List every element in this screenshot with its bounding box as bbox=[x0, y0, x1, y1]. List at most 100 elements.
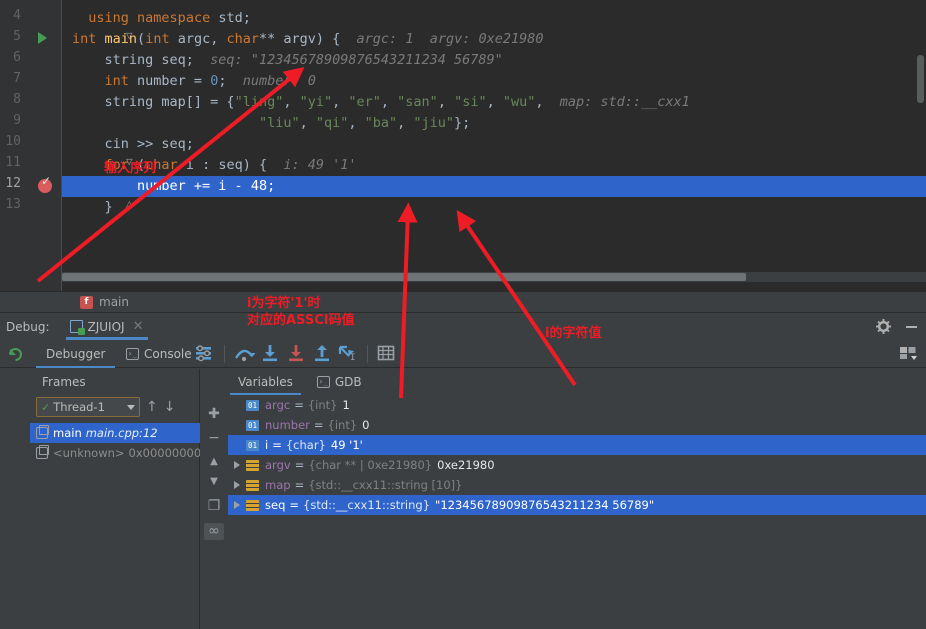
equals-sign: = bbox=[294, 398, 304, 412]
code-line[interactable]: using namespace std; bbox=[62, 8, 926, 29]
run-to-cursor-icon[interactable]: I bbox=[337, 344, 359, 364]
code-lines[interactable]: using namespace std; ▽ int main(int argc, … bbox=[62, 0, 926, 270]
tab-debugger-label: Debugger bbox=[46, 347, 106, 361]
code-line[interactable]: string seq; seq: "1234567890987654321123… bbox=[62, 50, 926, 71]
breadcrumb-label[interactable]: main bbox=[99, 295, 129, 309]
variable-value: 0xe21980 bbox=[437, 458, 495, 472]
step-into-icon[interactable] bbox=[259, 344, 281, 364]
expand-chevron-icon[interactable] bbox=[234, 461, 240, 469]
code-token: seq: "12345678909876543211234 56789" bbox=[210, 52, 503, 68]
tab-debugger[interactable]: Debugger bbox=[36, 340, 116, 368]
code-line[interactable]: string map[] = {"ling", "yi", "er", "san… bbox=[62, 92, 926, 113]
variable-type: {int} bbox=[327, 418, 358, 432]
code-line[interactable]: "liu", "qi", "ba", "jiu"}; bbox=[62, 113, 926, 134]
force-step-into-icon[interactable] bbox=[285, 344, 307, 364]
object-icon bbox=[246, 479, 259, 491]
console-icon: ›_ bbox=[126, 348, 139, 360]
equals-sign: = bbox=[294, 458, 305, 472]
editor-vscroll-thumb[interactable] bbox=[917, 55, 924, 103]
debug-toolbar: Debugger ›_ Console I bbox=[0, 340, 926, 368]
tab-frames[interactable]: Frames bbox=[30, 369, 98, 395]
editor-horizontal-scrollbar[interactable] bbox=[62, 272, 926, 282]
tab-variables[interactable]: Variables bbox=[226, 369, 305, 395]
code-line[interactable]: } bbox=[62, 197, 926, 218]
code-token: number: 0 bbox=[242, 73, 316, 89]
minimize-icon[interactable] bbox=[905, 319, 918, 332]
code-line[interactable]: cin >> seq; bbox=[62, 134, 926, 155]
copy-value-icon[interactable]: ❐ bbox=[205, 497, 223, 515]
expand-chevron-icon[interactable] bbox=[234, 481, 240, 489]
tab-console[interactable]: ›_ Console bbox=[120, 340, 198, 368]
line-number: 8 bbox=[13, 92, 21, 107]
frames-pane: Frames ✓ Thread-1 ↑ ↓ main main.cpp:12 <un… bbox=[0, 369, 216, 629]
run-main-icon[interactable] bbox=[38, 32, 56, 50]
code-token: ; bbox=[218, 73, 243, 89]
frame-up-icon[interactable]: ↑ bbox=[146, 399, 158, 415]
line-number: 11 bbox=[5, 155, 21, 170]
variable-name: i bbox=[265, 438, 269, 452]
code-token: "ba" bbox=[364, 115, 398, 131]
variable-row[interactable]: argv = {char ** | 0xe21980} 0xe21980 bbox=[228, 455, 926, 475]
code-token: "qi" bbox=[315, 115, 349, 131]
rerun-icon[interactable] bbox=[6, 345, 25, 364]
close-icon[interactable]: ✕ bbox=[133, 319, 144, 334]
step-out-icon[interactable] bbox=[311, 344, 333, 364]
code-line[interactable]: int number = 0; number: 0 bbox=[62, 71, 926, 92]
frame-row[interactable]: main main.cpp:12 bbox=[30, 423, 200, 443]
breakpoint-icon[interactable] bbox=[38, 174, 56, 197]
debug-session-tab-zjuioj[interactable]: ZJUIOJ ✕ bbox=[65, 313, 148, 340]
tab-console-label: Console bbox=[144, 347, 192, 361]
variables-list[interactable]: 01 argc = {int} 1 01 number = {int} 0 01 i = {char} 49… bbox=[228, 395, 926, 629]
gear-icon[interactable] bbox=[876, 319, 891, 334]
code-token: , bbox=[397, 115, 414, 131]
move-watch-down-icon[interactable]: ▼ bbox=[205, 473, 223, 491]
code-token: , bbox=[348, 115, 365, 131]
tab-gdb[interactable]: ›_ GDB bbox=[305, 369, 374, 395]
code-token: "wu" bbox=[502, 94, 536, 110]
variable-name: map bbox=[265, 478, 291, 492]
code-token: number = bbox=[128, 73, 211, 89]
frame-down-icon[interactable]: ↓ bbox=[164, 399, 176, 415]
evaluate-expression-icon[interactable] bbox=[376, 344, 398, 364]
expand-chevron-icon[interactable] bbox=[234, 501, 240, 509]
variable-row[interactable]: map = {std::__cxx11::string [10]} bbox=[228, 475, 926, 495]
code-line[interactable]: number += i - 48; bbox=[62, 176, 926, 197]
code-token: int bbox=[145, 31, 170, 47]
add-watch-icon[interactable]: ✚ bbox=[205, 405, 223, 423]
variable-type: {char ** | 0xe21980} bbox=[308, 458, 433, 472]
tab-gdb-label: GDB bbox=[334, 375, 362, 389]
toolbar-separator bbox=[224, 345, 225, 363]
layout-settings-icon[interactable] bbox=[194, 344, 216, 364]
code-editor[interactable]: 4 5 6 7 8 9 10 11 12 13 using namespace std;▽int … bbox=[0, 0, 926, 291]
editor-gutter[interactable]: 4 5 6 7 8 9 10 11 12 13 bbox=[0, 0, 62, 291]
code-line[interactable]: for (char i : seq) { i: 49 '1' bbox=[62, 155, 926, 176]
int-icon: 01 bbox=[246, 419, 259, 431]
variable-row[interactable]: 01 argc = {int} 1 bbox=[228, 395, 926, 415]
breadcrumb[interactable]: f main bbox=[0, 291, 926, 313]
variable-row[interactable]: seq = {std::__cxx11::string} "1234567890987… bbox=[228, 495, 926, 515]
console-icon: ›_ bbox=[316, 376, 330, 388]
code-token: i: 49 '1' bbox=[283, 157, 357, 173]
thread-selector[interactable]: ✓ Thread-1 bbox=[36, 397, 140, 417]
variable-row[interactable]: 01 i = {char} 49 '1' bbox=[228, 435, 926, 455]
restore-layout-icon[interactable] bbox=[898, 344, 918, 366]
variable-type: {char} bbox=[285, 438, 326, 452]
remove-watch-icon[interactable]: − bbox=[205, 429, 223, 447]
run-configuration-icon bbox=[69, 320, 85, 335]
editor-hscroll-thumb[interactable] bbox=[62, 273, 746, 281]
debug-tool-window: Debug: ZJUIOJ ✕ Debugger ›_ Console I Fr… bbox=[0, 313, 926, 629]
code-line[interactable]: int main(int argc, char** argv) { argc: … bbox=[62, 29, 926, 50]
code-token: "ling" bbox=[234, 94, 284, 110]
step-over-icon[interactable] bbox=[233, 344, 256, 364]
move-watch-up-icon[interactable]: ▲ bbox=[205, 453, 223, 471]
frame-row[interactable]: <unknown> 0x0000000000 bbox=[30, 443, 216, 463]
variable-value: "12345678909876543211234 56789" bbox=[435, 498, 655, 512]
variable-row[interactable]: 01 number = {int} 0 bbox=[228, 415, 926, 435]
object-icon bbox=[246, 499, 259, 511]
inspect-icon[interactable]: ∞ bbox=[204, 523, 224, 540]
variables-pane: Variables ›_ GDB ✚ − ▲ ▼ ❐ ∞ 01 argc = {int… bbox=[200, 369, 926, 629]
